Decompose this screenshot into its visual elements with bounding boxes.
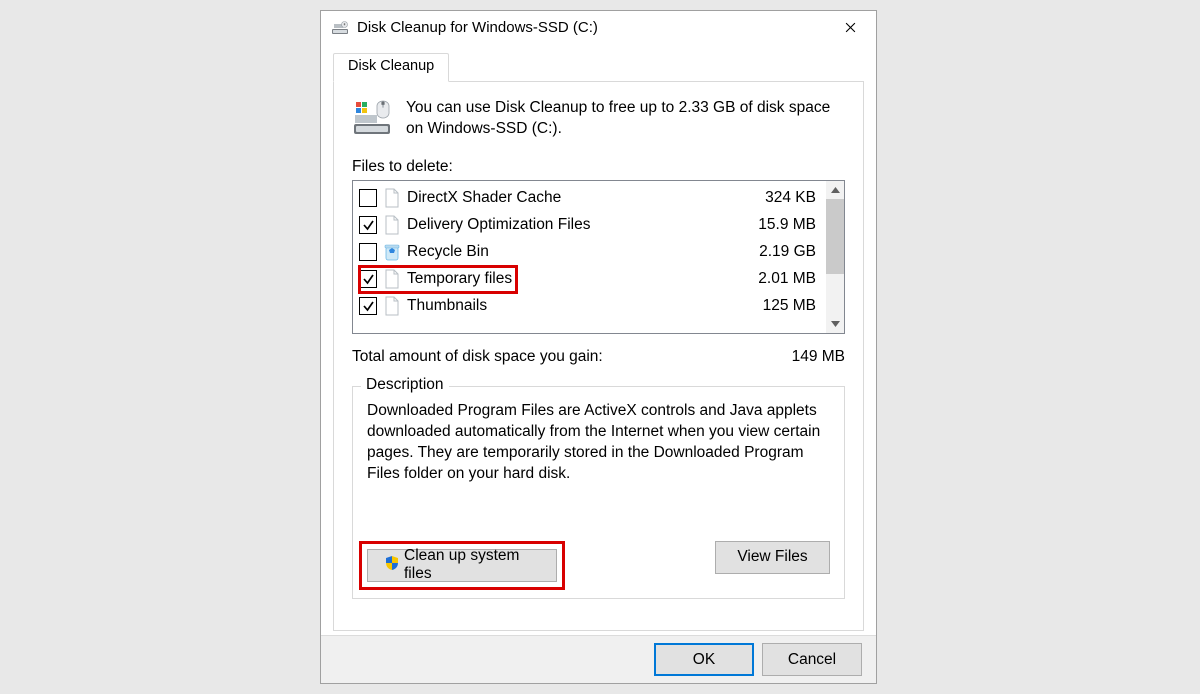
clean-up-system-files-button[interactable]: Clean up system files [367,549,557,582]
file-size: 2.19 GB [742,243,822,261]
view-files-button[interactable]: View Files [715,541,830,574]
description-legend: Description [361,376,449,394]
file-size: 125 MB [742,297,822,315]
tab-disk-cleanup[interactable]: Disk Cleanup [333,53,449,82]
checkbox[interactable] [359,216,377,234]
file-size: 15.9 MB [742,216,822,234]
file-icon [383,296,401,316]
file-name: Thumbnails [407,297,742,315]
scroll-up-icon[interactable] [826,181,844,199]
disk-cleanup-large-icon [352,98,392,138]
files-listbox[interactable]: DirectX Shader Cache324 KBDelivery Optim… [352,180,845,334]
checkbox[interactable] [359,189,377,207]
ok-button[interactable]: OK [654,643,754,676]
checkbox[interactable] [359,243,377,261]
tab-panel: You can use Disk Cleanup to free up to 2… [333,81,864,631]
intro-text: You can use Disk Cleanup to free up to 2… [406,98,845,140]
file-icon [383,269,401,289]
checkbox[interactable] [359,270,377,288]
scroll-thumb[interactable] [826,199,844,274]
file-icon [383,215,401,235]
cleanup-label: Clean up system files [404,547,540,583]
description-group: Description Downloaded Program Files are… [352,386,845,599]
file-name: Delivery Optimization Files [407,216,742,234]
total-value: 149 MB [792,348,845,366]
file-size: 324 KB [742,189,822,207]
recycle-bin-icon [383,242,401,262]
files-to-delete-label: Files to delete: [352,158,845,176]
file-icon [383,188,401,208]
list-item[interactable]: DirectX Shader Cache324 KB [357,185,824,212]
list-item[interactable]: Recycle Bin2.19 GB [357,239,824,266]
file-name: DirectX Shader Cache [407,189,742,207]
checkbox[interactable] [359,297,377,315]
total-label: Total amount of disk space you gain: [352,348,603,366]
titlebar: Disk Cleanup for Windows-SSD (C:) [321,11,876,44]
uac-shield-icon [384,555,400,576]
tab-strip: Disk Cleanup [333,53,864,82]
file-name: Recycle Bin [407,243,742,261]
cancel-button[interactable]: Cancel [762,643,862,676]
disk-cleanup-dialog: Disk Cleanup for Windows-SSD (C:) Disk C… [320,10,877,684]
cleanup-highlight: Clean up system files [359,541,565,590]
intro-row: You can use Disk Cleanup to free up to 2… [352,98,845,140]
description-text: Downloaded Program Files are ActiveX con… [367,401,830,485]
list-item[interactable]: Delivery Optimization Files15.9 MB [357,212,824,239]
file-name: Temporary files [407,270,742,288]
scroll-down-icon[interactable] [826,315,844,333]
dialog-footer: OK Cancel [321,635,876,683]
scrollbar[interactable] [826,181,844,333]
disk-cleanup-app-icon [331,19,349,37]
file-size: 2.01 MB [742,270,822,288]
total-line: Total amount of disk space you gain: 149… [352,348,845,366]
list-item[interactable]: Temporary files2.01 MB [357,266,824,293]
list-item[interactable]: Thumbnails125 MB [357,293,824,320]
window-title: Disk Cleanup for Windows-SSD (C:) [357,19,828,36]
close-button[interactable] [828,14,872,42]
